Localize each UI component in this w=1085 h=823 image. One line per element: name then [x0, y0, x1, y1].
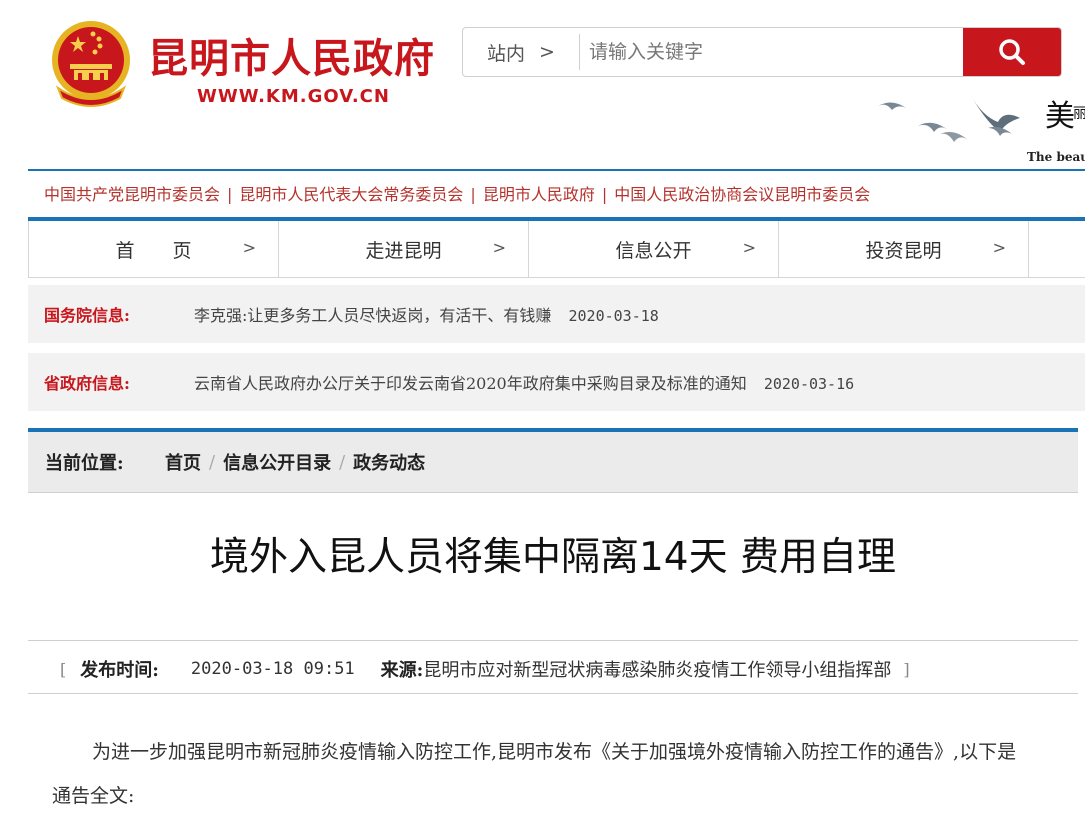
article-title: 境外入昆人员将集中隔离14天 费用自理 [209, 535, 897, 580]
article-body-paragraph: 为进一步加强昆明市新冠肺炎疫情输入防控工作,昆明市发布《关于加强境外疫情输入防控… [52, 741, 1017, 807]
breadcrumb-info-catalog[interactable]: 信息公开目录 [223, 449, 331, 475]
nav-item-home[interactable]: 首 页 > [29, 221, 279, 277]
article-source: 昆明市应对新型冠状病毒感染肺炎疫情工作领导小组指挥部 [423, 660, 892, 681]
search-icon [999, 39, 1025, 65]
national-emblem-logo [52, 21, 130, 107]
org-separator: | [601, 185, 608, 204]
divider [28, 693, 1078, 694]
org-separator: | [470, 185, 476, 204]
info-link-text: 云南省人民政府办公厅关于印发云南省2020年政府集中采购目录及标准的通知 [194, 374, 747, 393]
svg-text:美: 美 [1045, 99, 1075, 134]
chevron-right-icon: > [242, 238, 256, 257]
info-date: 2020-03-18 [568, 307, 659, 325]
search-button[interactable] [963, 28, 1061, 76]
org-link-party[interactable]: 中国共产党昆明市委员会 [44, 185, 220, 204]
svg-text:丽: 丽 [1073, 106, 1085, 122]
source-label: 来源: [380, 660, 424, 681]
breadcrumb: 当前位置: 首页 / 信息公开目录 / 政务动态 [28, 432, 1078, 493]
nav-item-about-kunming[interactable]: 走进昆明 > [279, 221, 529, 277]
nav-item-label: 信息公开 [615, 239, 692, 262]
breadcrumb-news[interactable]: 政务动态 [353, 449, 425, 475]
divider [28, 169, 1085, 171]
nav-item-label: 投资昆明 [865, 239, 942, 262]
org-link-congress[interactable]: 昆明市人民代表大会常务委员会 [239, 185, 463, 204]
org-links: 中国共产党昆明市委员会 | 昆明市人民代表大会常务委员会 | 昆明市人民政府 | 中国人民政… [44, 181, 870, 205]
main-nav: 首 页 > 走进昆明 > 信息公开 > 投资昆明 > [28, 221, 1085, 278]
article-meta: [ 发布时间: 2020-03-18 09:51 来源: 昆明市应对新型冠状病毒… [60, 656, 910, 682]
search-input[interactable] [581, 28, 961, 76]
info-date: 2020-03-16 [763, 375, 855, 393]
nav-item-label: 首 页 [115, 239, 192, 262]
site-title[interactable]: 昆明市人民政府 [148, 26, 435, 84]
info-link-text: 李克强:让更多务工人员尽快返岗，有活干、有钱赚 [194, 306, 552, 325]
info-row-provincial: 省政府信息: 云南省人民政府办公厅关于印发云南省2020年政府集中采购目录及标准… [28, 353, 1085, 411]
breadcrumb-separator: / [339, 451, 346, 473]
publish-time: 2020-03-18 09:51 [190, 659, 355, 679]
breadcrumb-label: 当前位置: [45, 453, 124, 474]
chevron-right-icon: > [992, 238, 1006, 257]
nav-item-label: 走进昆明 [365, 239, 442, 262]
search-scope-select[interactable]: 站内 > [463, 28, 579, 76]
info-link[interactable]: 李克强:让更多务工人员尽快返岗，有活干、有钱赚 2020-03-18 [194, 302, 659, 326]
info-label: 省政府信息: [44, 374, 130, 393]
publish-time-label: 发布时间: [80, 660, 159, 681]
info-row-state-council: 国务院信息: 李克强:让更多务工人员尽快返岗，有活干、有钱赚 2020-03-1… [28, 285, 1085, 343]
chevron-right-icon: > [742, 238, 756, 257]
nav-item-info-disclosure[interactable]: 信息公开 > [529, 221, 779, 277]
meta-close-bracket: ] [903, 659, 910, 679]
search-scope-label: 站内 [487, 42, 526, 65]
breadcrumb-home[interactable]: 首页 [165, 449, 201, 475]
chevron-right-icon: > [539, 41, 555, 63]
search-bar: 站内 > [462, 27, 1062, 77]
org-separator: | [227, 185, 233, 204]
org-link-government[interactable]: 昆明市人民政府 [483, 185, 595, 204]
chevron-right-icon: > [492, 238, 506, 257]
site-url[interactable]: WWW.KM.GOV.CN [197, 86, 390, 107]
divider [28, 640, 1078, 641]
org-link-cppcc[interactable]: 中国人民政治协商会议昆明市委员会 [614, 185, 870, 204]
breadcrumb-separator: / [209, 451, 216, 473]
nav-item-invest-kunming[interactable]: 投资昆明 > [779, 221, 1029, 277]
banner-tagline: The beau [1027, 150, 1085, 164]
info-label: 国务院信息: [44, 306, 130, 325]
divider [579, 34, 580, 70]
info-link[interactable]: 云南省人民政府办公厅关于印发云南省2020年政府集中采购目录及标准的通知 202… [194, 370, 854, 394]
meta-open-bracket: [ [60, 659, 67, 679]
